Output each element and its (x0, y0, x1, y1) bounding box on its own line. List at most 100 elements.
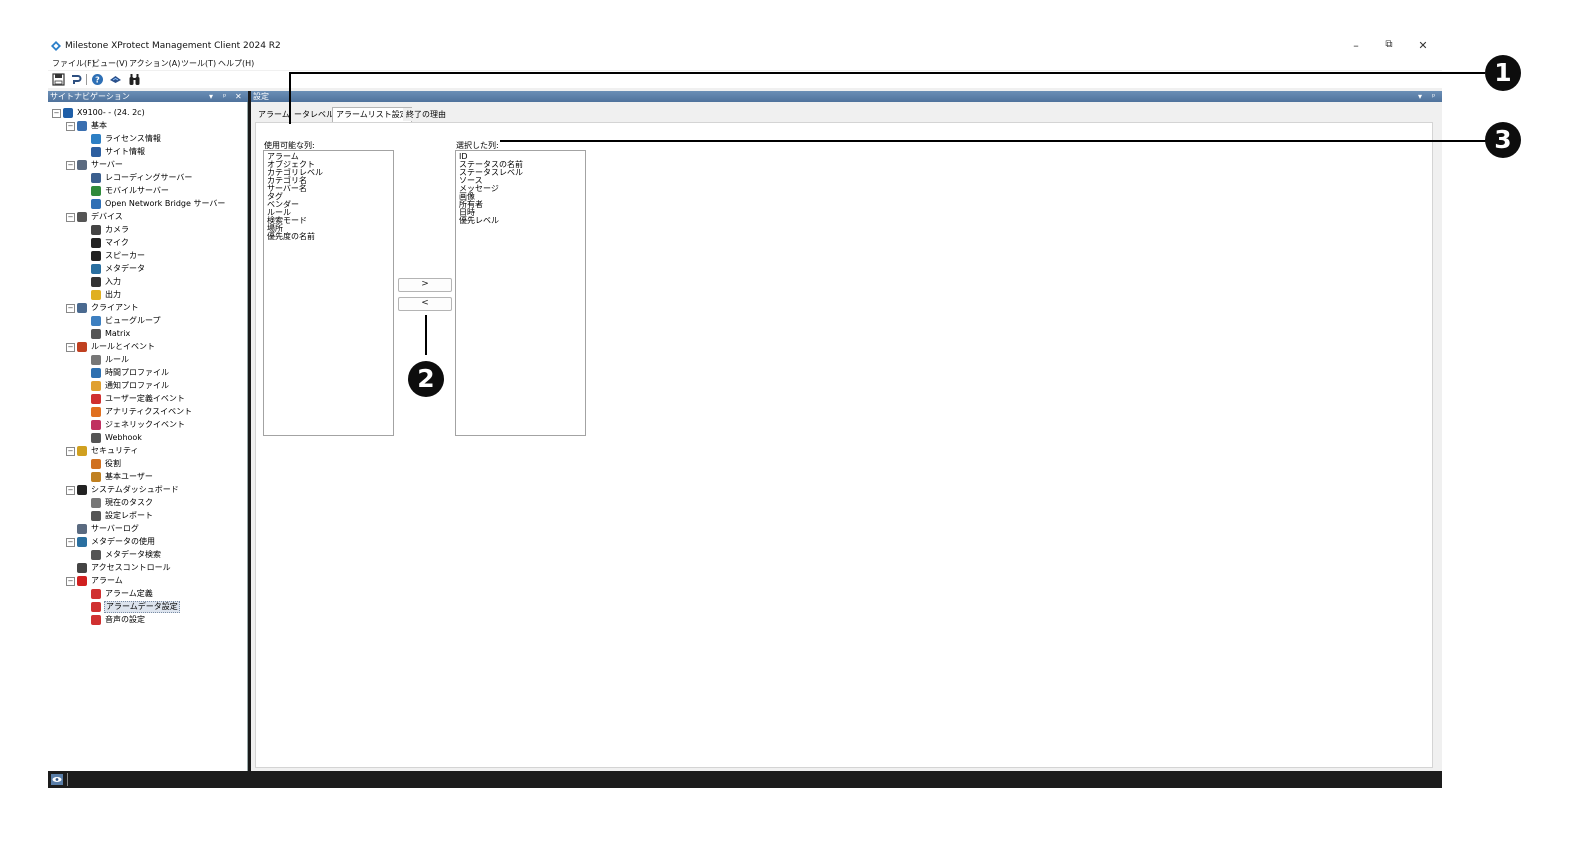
tree-expander-icon[interactable]: − (66, 304, 75, 313)
tab-alarm[interactable]: アラーム (255, 108, 293, 121)
tree-item[interactable]: アナリティクスイベント (48, 406, 246, 418)
undo-icon[interactable] (69, 73, 82, 86)
tab-data-level[interactable]: ータレベル (291, 108, 337, 121)
tree-item[interactable]: マイク (48, 237, 246, 249)
tree-expander-icon[interactable]: − (66, 161, 75, 170)
settings-pin-button[interactable]: ᵖ (1432, 91, 1435, 102)
tree-item[interactable]: カメラ (48, 224, 246, 236)
tree-item[interactable]: アラームデータ設定 (48, 601, 246, 613)
selected-columns-list[interactable]: ID ステータスの名前 ステータスレベル ソース メッセージ 画像 所有者 日時 優先レベル (455, 150, 586, 436)
help-icon[interactable]: ? (91, 73, 104, 86)
tree-item[interactable]: − 基本 (48, 120, 246, 132)
tree-item[interactable]: Matrix (48, 328, 246, 340)
tree-item[interactable]: ライセンス情報 (48, 133, 246, 145)
tree-item-label: スピーカー (105, 251, 145, 260)
tree-item[interactable]: − アラーム (48, 575, 246, 587)
tree-item[interactable]: Webhook (48, 432, 246, 444)
connect-icon[interactable] (109, 73, 122, 86)
clock-icon (91, 368, 101, 378)
tree-item[interactable]: − サーバー (48, 159, 246, 171)
tree-expander-icon[interactable]: − (66, 486, 75, 495)
tree-item[interactable]: 音声の設定 (48, 614, 246, 626)
pane-close-button[interactable]: ✕ (235, 91, 242, 102)
tree-expander-icon[interactable]: − (66, 213, 75, 222)
add-column-button[interactable]: > (398, 278, 452, 292)
tree-item-label: セキュリティ (91, 446, 139, 455)
tree-item[interactable]: 通知プロファイル (48, 380, 246, 392)
close-button[interactable]: ✕ (1413, 39, 1433, 52)
tree-item[interactable]: ユーザー定義イベント (48, 393, 246, 405)
available-column-item[interactable]: 検索モード (264, 217, 393, 225)
find-icon[interactable] (128, 73, 141, 86)
restore-button[interactable]: ⧉ (1379, 39, 1399, 50)
tree-item[interactable]: アラーム定義 (48, 588, 246, 600)
access-control-icon (77, 563, 87, 573)
tree-item[interactable]: 設定レポート (48, 510, 246, 522)
tree-item-label: システムダッシュボード (91, 485, 179, 494)
available-columns-list[interactable]: アラーム オブジェクト カテゴリレベル カテゴリ名 サーバー名 タグ ベンダー ルール 検索モー… (263, 150, 394, 436)
tree-item[interactable]: − メタデータの使用 (48, 536, 246, 548)
tree-item-label: メタデータ検索 (105, 550, 161, 559)
tree-item-label: Open Network Bridge サーバー (105, 199, 226, 208)
tree-item[interactable]: 現在のタスク (48, 497, 246, 509)
tree-item[interactable]: 役割 (48, 458, 246, 470)
tree-item-label: 基本 (91, 121, 107, 130)
tree-item[interactable]: − X9100- - (24. 2c) (48, 107, 246, 119)
tab-closing-reasons[interactable]: 終了の理由 (403, 108, 449, 121)
tree-item[interactable]: レコーディングサーバー (48, 172, 246, 184)
book-icon (77, 121, 87, 131)
tree-item[interactable]: サーバーログ (48, 523, 246, 535)
tree-expander-icon[interactable]: − (66, 343, 75, 352)
tree-expander-icon[interactable]: − (66, 447, 75, 456)
tree-item[interactable]: − ルールとイベント (48, 341, 246, 353)
mobile-server-icon (91, 186, 101, 196)
tree-item[interactable]: モバイルサーバー (48, 185, 246, 197)
tree-expander-icon[interactable]: − (52, 109, 61, 118)
alarm-list-settings-panel: 使用可能な列: アラーム オブジェクト カテゴリレベル カテゴリ名 サーバー名 タグ ベンダ… (255, 122, 1433, 768)
menu-file[interactable]: ファイル(F) (52, 58, 95, 69)
tree-item[interactable]: 出力 (48, 289, 246, 301)
save-icon[interactable] (52, 73, 65, 86)
selected-column-item[interactable]: メッセージ (456, 185, 585, 193)
tree-item-label: カメラ (105, 225, 129, 234)
menu-bar: ファイル(F) ビュー(V) アクション(A) ツール(T) ヘルプ(H) (48, 56, 1442, 70)
menu-action[interactable]: アクション(A) (129, 58, 180, 69)
tree-expander-icon[interactable]: − (66, 577, 75, 586)
pane-pin-button[interactable]: ᵖ (223, 91, 226, 102)
tree-item-label: アラーム定義 (105, 589, 153, 598)
selected-column-item[interactable]: 所有者 (456, 201, 585, 209)
selected-column-item[interactable]: 優先レベル (456, 217, 585, 225)
tree-item[interactable]: メタデータ (48, 263, 246, 275)
tree-item[interactable]: ビューグループ (48, 315, 246, 327)
tree-item[interactable]: スピーカー (48, 250, 246, 262)
minimize-button[interactable]: – (1346, 39, 1366, 52)
remove-column-button[interactable]: < (398, 297, 452, 311)
tree-item[interactable]: − デバイス (48, 211, 246, 223)
menu-help[interactable]: ヘルプ(H) (218, 58, 254, 69)
tree-item[interactable]: 基本ユーザー (48, 471, 246, 483)
menu-tools[interactable]: ツール(T) (181, 58, 216, 69)
tree-item[interactable]: ジェネリックイベント (48, 419, 246, 431)
pane-menu-button[interactable]: ▾ (209, 91, 213, 102)
tree-item[interactable]: アクセスコントロール (48, 562, 246, 574)
available-column-item[interactable]: サーバー名 (264, 185, 393, 193)
tree-item[interactable]: メタデータ検索 (48, 549, 246, 561)
tree-item[interactable]: 入力 (48, 276, 246, 288)
available-column-item[interactable]: 優先度の名前 (264, 233, 393, 241)
menu-view[interactable]: ビュー(V) (92, 58, 128, 69)
tree-expander-icon[interactable]: − (66, 122, 75, 131)
rule-icon (91, 355, 101, 365)
settings-menu-button[interactable]: ▾ (1418, 91, 1422, 102)
tree-item[interactable]: Open Network Bridge サーバー (48, 198, 246, 210)
tree-item[interactable]: 時間プロファイル (48, 367, 246, 379)
tree-item[interactable]: サイト情報 (48, 146, 246, 158)
license-icon (91, 134, 101, 144)
tab-alarm-list-settings[interactable]: アラームリスト設定 (332, 107, 412, 122)
tree-expander-icon[interactable]: − (66, 538, 75, 547)
tree-item[interactable]: ルール (48, 354, 246, 366)
tree-item-label: 音声の設定 (105, 615, 145, 624)
tree-item[interactable]: − クライアント (48, 302, 246, 314)
tree-item-label: Webhook (105, 433, 142, 442)
tree-item[interactable]: − セキュリティ (48, 445, 246, 457)
tree-item[interactable]: − システムダッシュボード (48, 484, 246, 496)
